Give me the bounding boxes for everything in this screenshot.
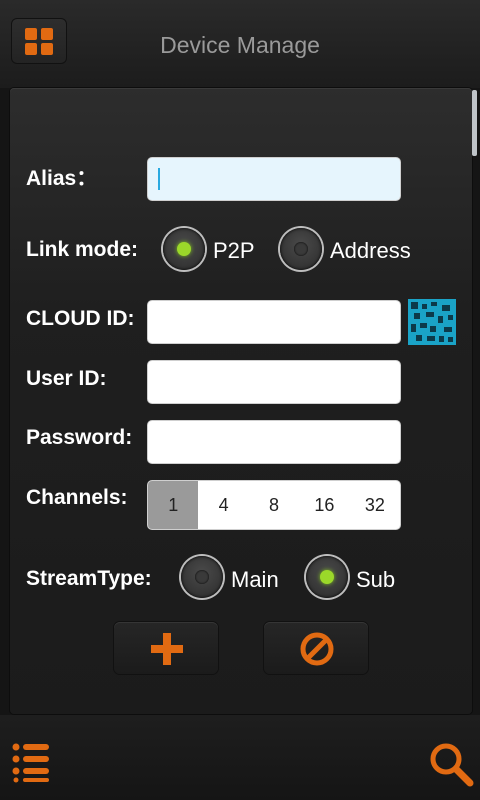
password-label: Password: (26, 426, 133, 449)
title-bar: Device Manage (0, 0, 480, 88)
link-mode-p2p-radio[interactable] (163, 228, 205, 270)
link-mode-address-label: Address (330, 238, 411, 263)
stream-type-sub-radio[interactable] (306, 556, 348, 598)
text-caret (158, 168, 160, 190)
page-title: Device Manage (160, 32, 320, 58)
plus-icon (151, 633, 183, 665)
channels-label: Channels: (26, 486, 128, 509)
link-mode-label: Link mode: (26, 238, 139, 261)
stream-type-label: StreamType: (26, 567, 152, 590)
channel-option-4[interactable]: 4 (198, 481, 248, 529)
list-icon[interactable] (12, 743, 50, 783)
channel-option-8[interactable]: 8 (249, 481, 299, 529)
user-id-field[interactable] (147, 360, 401, 404)
channels-segmented-control: 1 4 8 16 32 (147, 480, 401, 530)
cloud-id-field[interactable] (147, 300, 401, 344)
user-id-label: User ID: (26, 367, 107, 390)
qr-code-icon[interactable] (408, 299, 456, 345)
search-icon[interactable] (428, 741, 474, 787)
stream-type-main-label: Main (231, 567, 279, 592)
scrollbar[interactable] (472, 90, 477, 156)
password-field[interactable] (147, 420, 401, 464)
channel-option-32[interactable]: 32 (350, 481, 400, 529)
stream-type-main-radio[interactable] (181, 556, 223, 598)
channel-option-1[interactable]: 1 (148, 481, 199, 529)
add-device-button[interactable] (114, 622, 218, 674)
bottom-bar (0, 715, 480, 800)
cancel-icon (300, 632, 334, 666)
stream-type-sub-label: Sub (356, 567, 396, 592)
channel-option-16[interactable]: 16 (299, 481, 349, 529)
link-mode-address-radio[interactable] (280, 228, 322, 270)
cloud-id-label: CLOUD ID: (26, 307, 135, 330)
alias-label: Alias： (26, 167, 98, 190)
alias-field[interactable] (147, 157, 401, 201)
cancel-button[interactable] (264, 622, 368, 674)
link-mode-p2p-label: P2P (213, 238, 255, 263)
